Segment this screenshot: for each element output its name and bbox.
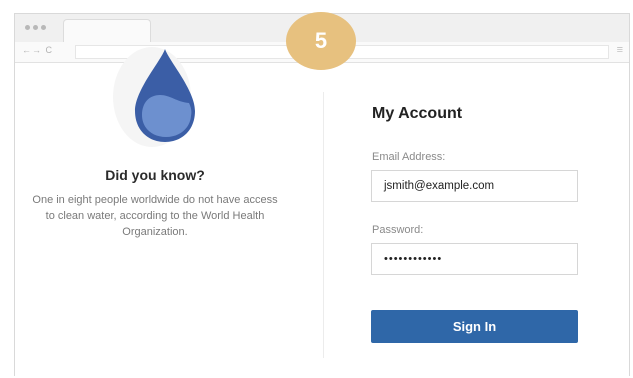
browser-tab[interactable] [63, 19, 151, 43]
sign-in-button[interactable]: Sign In [371, 310, 578, 343]
browser-menu-icon[interactable]: ≡ [617, 44, 623, 56]
forward-arrow-icon[interactable]: → [32, 45, 42, 55]
window-control-close[interactable] [25, 25, 30, 30]
account-title: My Account [372, 105, 463, 122]
password-field[interactable]: •••••••••••• [371, 243, 578, 275]
back-arrow-icon[interactable]: ← [22, 45, 32, 55]
email-field[interactable]: jsmith@example.com [371, 170, 578, 202]
email-label: Email Address: [372, 151, 446, 163]
step-badge: 5 [286, 12, 356, 70]
window-control-maximize[interactable] [41, 25, 46, 30]
window-control-minimize[interactable] [33, 25, 38, 30]
info-text: One in eight people worldwide do not hav… [32, 194, 278, 238]
window-controls [25, 25, 46, 30]
info-heading: Did you know? [105, 167, 205, 183]
password-label: Password: [372, 224, 424, 236]
reload-icon[interactable]: C [46, 45, 54, 55]
water-drop-icon [135, 49, 195, 142]
nav-buttons: ←→ C [22, 45, 53, 55]
column-divider [323, 92, 324, 358]
